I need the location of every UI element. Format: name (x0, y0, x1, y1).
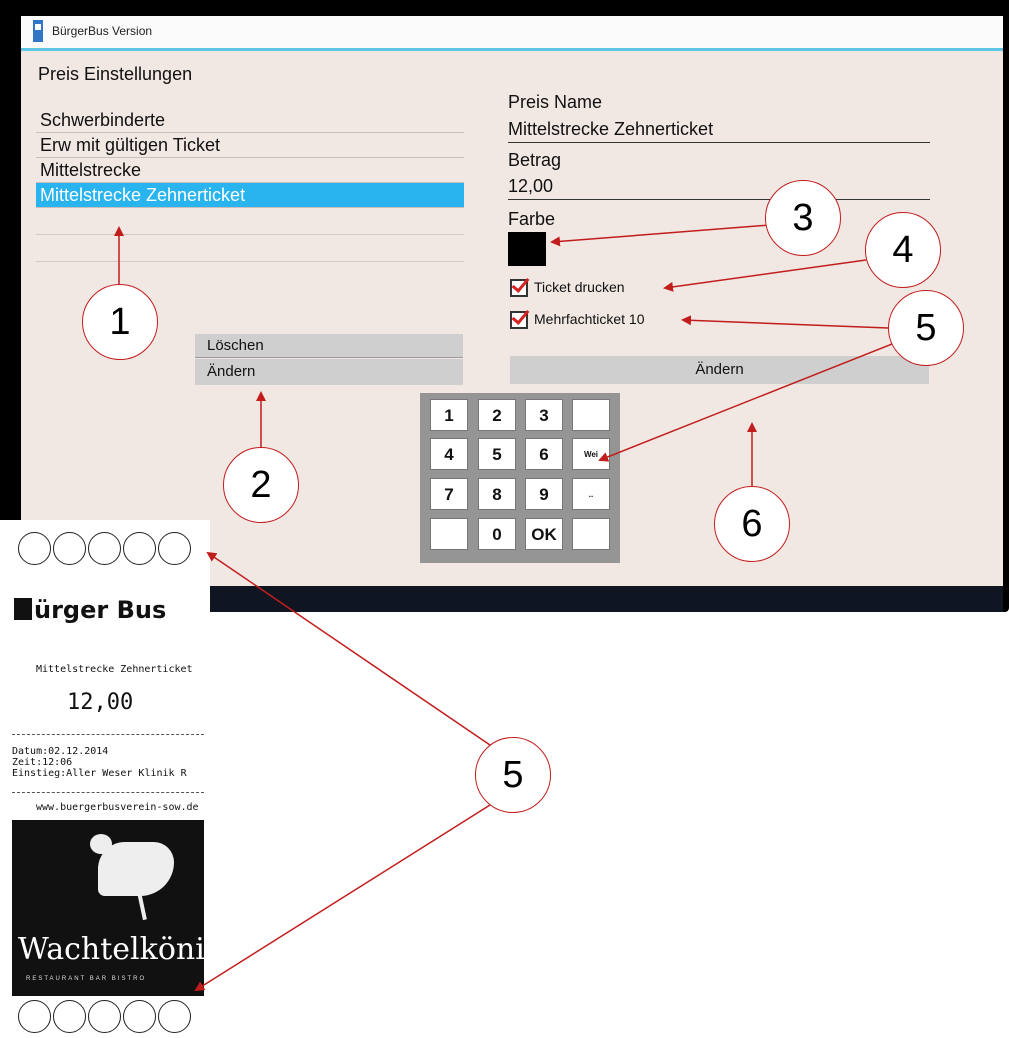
callout-5-receipt: 5 (475, 737, 551, 813)
punch-circle (123, 1000, 156, 1033)
checkbox-checked-icon[interactable] (510, 279, 528, 298)
advert-subtitle: RESTAURANT BAR BISTRO (26, 976, 147, 982)
key-blank[interactable] (430, 518, 468, 550)
key-7[interactable]: 7 (430, 478, 468, 510)
receipt-divider (12, 734, 204, 735)
punch-circle (158, 1000, 191, 1033)
receipt-price: 12,00 (67, 690, 134, 715)
price-list-item-selected[interactable]: Mittelstrecke Zehnerticket (36, 183, 464, 208)
change-price-button[interactable]: Ändern (510, 356, 929, 384)
price-list-empty-row[interactable] (36, 235, 464, 262)
price-list-empty-row[interactable] (36, 208, 464, 235)
delete-button[interactable]: Löschen (195, 334, 463, 358)
punch-circle (53, 1000, 86, 1033)
callout-6: 6 (714, 486, 790, 562)
key-9[interactable]: 9 (525, 478, 563, 510)
key-2[interactable]: 2 (478, 399, 516, 431)
price-list-item[interactable]: Schwerbinderte (36, 108, 464, 133)
multi-ticket-checkbox[interactable]: Mehrfachticket 10 (510, 311, 645, 330)
punch-circle (18, 532, 51, 565)
punch-circle (88, 532, 121, 565)
key-5[interactable]: 5 (478, 438, 516, 470)
punch-circle (158, 532, 191, 565)
receipt-stop: Einstieg:Aller Weser Klinik R (12, 768, 187, 779)
color-label: Farbe (508, 209, 556, 229)
window-title: BürgerBus Version (52, 24, 153, 38)
title-bar: BürgerBus Version (21, 16, 1003, 51)
printed-receipt: ürger Bus Mittelstrecke Zehnerticket 12,… (0, 520, 224, 1038)
receipt-ticket-name: Mittelstrecke Zehnerticket (36, 664, 193, 675)
key-4[interactable]: 4 (430, 438, 468, 470)
key-1[interactable]: 1 (430, 399, 468, 431)
callout-3: 3 (765, 180, 841, 256)
bird-leg-icon (137, 891, 147, 921)
arrow-receipt-bottom (194, 804, 491, 992)
punch-holes-bottom (18, 1000, 193, 1033)
punch-circle (53, 532, 86, 565)
amount-label: Betrag (508, 150, 562, 170)
callout-4: 4 (865, 212, 941, 288)
receipt-date: Datum:02.12.2014 (12, 746, 109, 757)
change-list-button[interactable]: Ändern (195, 359, 463, 385)
key-6[interactable]: 6 (525, 438, 563, 470)
punch-circle (18, 1000, 51, 1033)
key-3[interactable]: 3 (525, 399, 563, 431)
key-ok[interactable]: OK (525, 518, 563, 550)
bird-body-icon (98, 842, 174, 896)
numeric-keypad: 1 2 3 4 5 6 Wei 7 8 9 .. 0 OK (420, 393, 620, 563)
key-comma[interactable]: .. (572, 478, 610, 510)
receipt-advert-image: Wachtelkönig RESTAURANT BAR BISTRO (12, 820, 224, 996)
price-list-item[interactable]: Erw mit gültigen Ticket (36, 133, 464, 158)
price-list: Schwerbinderte Erw mit gültigen Ticket M… (36, 108, 464, 262)
key-blank[interactable] (572, 518, 610, 550)
callout-5: 5 (888, 290, 964, 366)
key-0[interactable]: 0 (478, 518, 516, 550)
multi-ticket-label: Mehrfachticket 10 (534, 311, 645, 327)
key-8[interactable]: 8 (478, 478, 516, 510)
color-swatch[interactable] (508, 232, 546, 266)
price-name-label: Preis Name (508, 92, 603, 112)
punch-circle (88, 1000, 121, 1033)
receipt-time: Zeit:12:06 (12, 757, 73, 768)
key-weiter[interactable]: Wei (572, 438, 610, 470)
receipt-divider (12, 792, 204, 793)
punch-circle (123, 532, 156, 565)
punch-holes-top (18, 532, 193, 565)
callout-1: 1 (82, 284, 158, 360)
price-list-item[interactable]: Mittelstrecke (36, 158, 464, 183)
key-blank[interactable] (572, 399, 610, 431)
print-ticket-checkbox[interactable]: Ticket drucken (510, 279, 625, 298)
price-name-field[interactable]: Mittelstrecke Zehnerticket (508, 119, 930, 143)
advert-title: Wachtelkönig (18, 932, 225, 967)
page-title: Preis Einstellungen (38, 64, 193, 84)
amount-field[interactable]: 12,00 (508, 176, 930, 200)
receipt-url: www.buergerbusverein-sow.de (36, 802, 199, 813)
checkbox-checked-icon[interactable] (510, 311, 528, 330)
brand-logo-icon (14, 598, 32, 620)
callout-2: 2 (223, 447, 299, 523)
app-icon (33, 20, 43, 42)
receipt-brand-text: ürger Bus (34, 596, 167, 624)
receipt-brand: ürger Bus (14, 596, 166, 624)
print-ticket-label: Ticket drucken (534, 279, 625, 295)
